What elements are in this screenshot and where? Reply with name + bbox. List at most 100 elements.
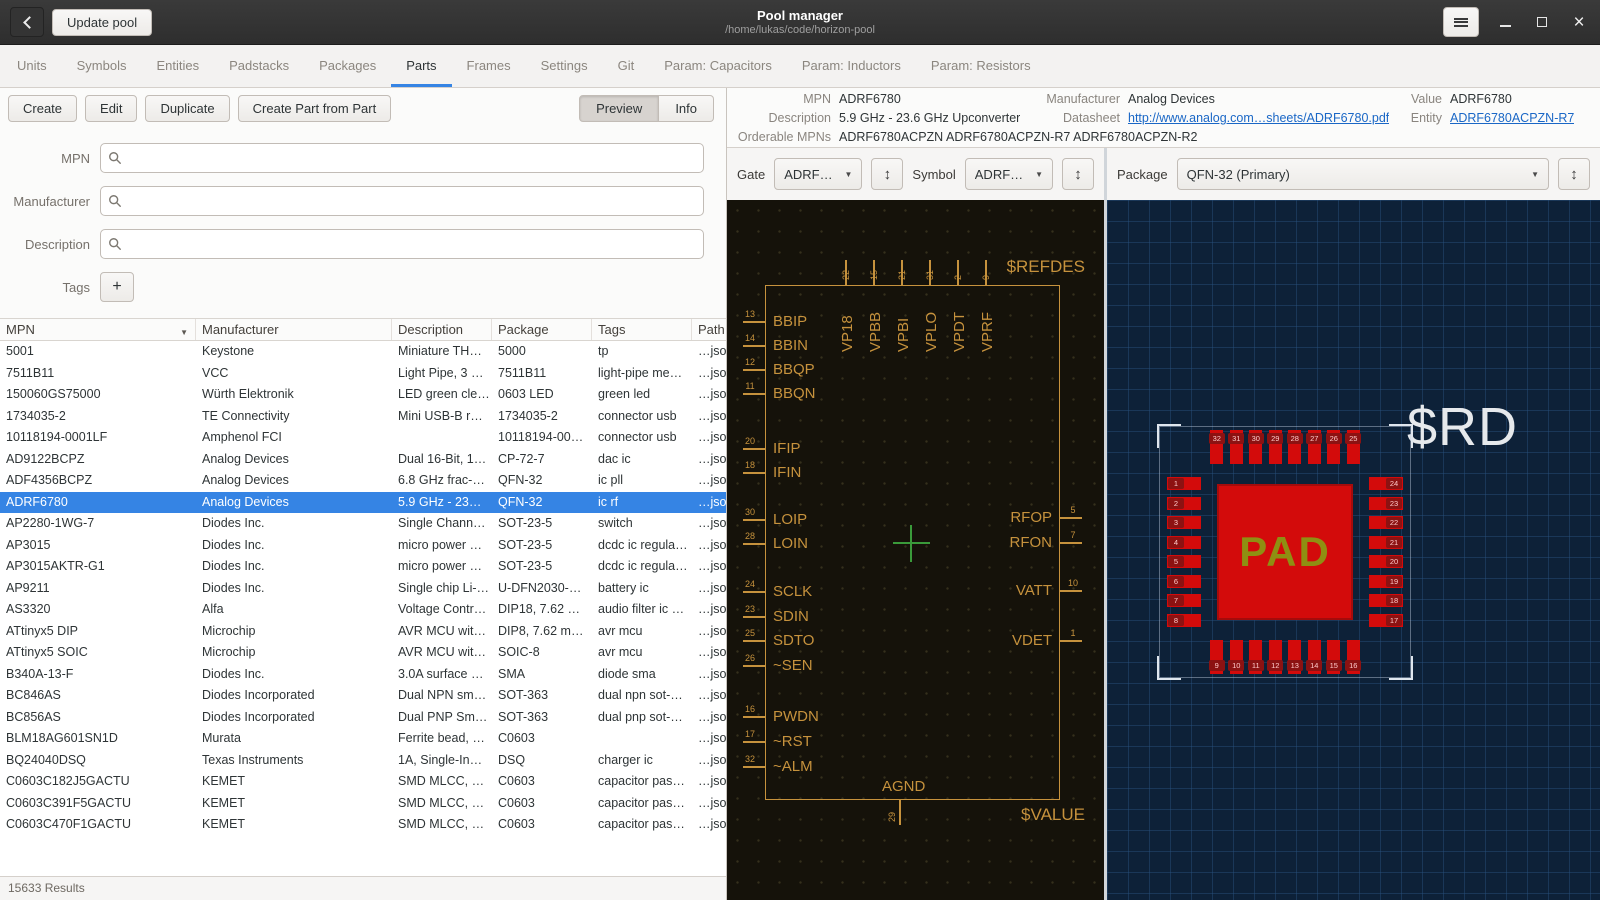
table-row[interactable]: AP2280-1WG-7Diodes Inc.Single Chann…SOT-… [0, 513, 726, 535]
table-cell: 7511B11 [492, 363, 592, 385]
table-row[interactable]: ATtinyx5 SOICMicrochipAVR MCU wit…SOIC-8… [0, 642, 726, 664]
entity-link[interactable]: ADRF6780ACPZN-R7 [1450, 109, 1574, 128]
tabbar: UnitsSymbolsEntitiesPadstacksPackagesPar… [0, 45, 1600, 88]
manufacturer-search-input[interactable] [100, 186, 704, 216]
close-icon: × [1573, 13, 1584, 32]
tab-symbols[interactable]: Symbols [62, 45, 142, 87]
updown-arrow-icon: ↕ [1570, 166, 1578, 183]
tab-units[interactable]: Units [2, 45, 62, 87]
pin-name: AGND [882, 778, 925, 795]
symbol-combobox[interactable]: ADRF67… ▼ [965, 158, 1053, 190]
table-row[interactable]: ATtinyx5 DIPMicrochipAVR MCU wit…DIP8, 7… [0, 621, 726, 643]
package-combobox[interactable]: QFN-32 (Primary) ▼ [1177, 158, 1549, 190]
add-tag-button[interactable]: + [100, 272, 134, 302]
pin-name: VATT [1016, 582, 1052, 599]
table-cell: …json [692, 707, 726, 729]
table-row[interactable]: ADRF6780Analog Devices5.9 GHz - 23…QFN-3… [0, 492, 726, 514]
pin-number: 2 [953, 275, 963, 280]
pad-number: 10 [1228, 660, 1244, 671]
table-row[interactable]: BC846ASDiodes IncorporatedDual NPN sm…SO… [0, 685, 726, 707]
table-body[interactable]: 5001KeystoneMiniature TH…5000tp…json7511… [0, 341, 726, 876]
goto-gate-button[interactable]: ↕ [871, 158, 903, 190]
table-row[interactable]: C0603C391F5GACTUKEMETSMD MLCC, …C0603cap… [0, 793, 726, 815]
create-part-from-part-button[interactable]: Create Part from Part [238, 95, 392, 122]
table-row[interactable]: BC856ASDiodes IncorporatedDual PNP Sm…SO… [0, 707, 726, 729]
back-button[interactable] [10, 7, 44, 37]
close-button[interactable]: × [1568, 11, 1590, 33]
table-row[interactable]: AP9211Diodes Inc.Single chip Li-…U-DFN20… [0, 578, 726, 600]
pin-name: RFOP [1010, 509, 1052, 526]
table-row[interactable]: ADF4356BCPZAnalog Devices6.8 GHz frac-…Q… [0, 470, 726, 492]
column-header-package[interactable]: Package [492, 319, 592, 340]
tab-param-capacitors[interactable]: Param: Capacitors [649, 45, 787, 87]
duplicate-button[interactable]: Duplicate [145, 95, 229, 122]
maximize-button[interactable] [1531, 11, 1553, 33]
table-row[interactable]: AS3320AlfaVoltage Contr…DIP18, 7.62 …aud… [0, 599, 726, 621]
table-row[interactable]: 1734035-2TE ConnectivityMini USB-B r…173… [0, 406, 726, 428]
table-row[interactable]: 10118194-0001LFAmphenol FCI10118194-00…c… [0, 427, 726, 449]
table-row[interactable]: C0603C470F1GACTUKEMETSMD MLCC, …C0603cap… [0, 814, 726, 836]
mpn-filter-label: MPN [0, 151, 100, 166]
pad-number: 2 [1168, 498, 1184, 509]
table-row[interactable]: AP3015Diodes Inc.micro power …SOT-23-5dc… [0, 535, 726, 557]
package-preview-canvas[interactable]: $RD3231302928272625910111213141516123456… [1107, 200, 1600, 900]
description-search-input[interactable] [100, 229, 704, 259]
gate-combobox[interactable]: ADRF67… ▼ [774, 158, 862, 190]
tab-padstacks[interactable]: Padstacks [214, 45, 304, 87]
tab-entities[interactable]: Entities [141, 45, 214, 87]
table-cell: …json [692, 556, 726, 578]
pin-name: VPLO [923, 312, 940, 352]
table-row[interactable]: BQ24040DSQTexas Instruments1A, Single-In… [0, 750, 726, 772]
table-row[interactable]: C0603C182J5GACTUKEMETSMD MLCC, …C0603cap… [0, 771, 726, 793]
pin-line [1060, 640, 1082, 642]
table-cell: VCC [196, 363, 392, 385]
table-row[interactable]: AP3015AKTR-G1Diodes Inc.micro power …SOT… [0, 556, 726, 578]
tab-parts[interactable]: Parts [391, 45, 451, 87]
create-button[interactable]: Create [8, 95, 77, 122]
table-row[interactable]: 150060GS75000Würth ElektronikLED green c… [0, 384, 726, 406]
pin-number: 9 [981, 275, 991, 280]
goto-symbol-button[interactable]: ↕ [1062, 158, 1094, 190]
info-toggle-button[interactable]: Info [659, 95, 714, 122]
pin-line [743, 591, 765, 593]
table-row[interactable]: B340A-13-FDiodes Inc.3.0A surface …SMAdi… [0, 664, 726, 686]
pad-number: 31 [1228, 433, 1244, 444]
sort-descending-icon: ▼ [180, 324, 188, 340]
column-header-path[interactable]: Path [692, 319, 726, 340]
tab-param-inductors[interactable]: Param: Inductors [787, 45, 916, 87]
table-row[interactable]: 7511B11VCCLight Pipe, 3 …7511B11light-pi… [0, 363, 726, 385]
column-header-mpn[interactable]: MPN▼ [0, 319, 196, 340]
column-header-description[interactable]: Description [392, 319, 492, 340]
pin-number: 20 [737, 436, 763, 446]
tab-settings[interactable]: Settings [526, 45, 603, 87]
table-cell: Murata [196, 728, 392, 750]
column-header-tags[interactable]: Tags [592, 319, 692, 340]
tab-frames[interactable]: Frames [452, 45, 526, 87]
edit-button[interactable]: Edit [85, 95, 137, 122]
pin-number: 26 [737, 653, 763, 663]
table-cell: …json [692, 513, 726, 535]
symbol-preview-canvas[interactable]: 13BBIP14BBIN12BBQP11BBQN20IFIP18IFIN30LO… [727, 200, 1104, 900]
preview-toggle-button[interactable]: Preview [579, 95, 659, 122]
pin-line [743, 448, 765, 450]
minimize-button[interactable] [1494, 11, 1516, 33]
goto-package-button[interactable]: ↕ [1558, 158, 1590, 190]
datasheet-link[interactable]: http://www.analog.com…sheets/ADRF6780.pd… [1128, 109, 1389, 128]
pin-name: RFON [1010, 534, 1053, 551]
menu-button[interactable] [1443, 7, 1479, 37]
update-pool-button[interactable]: Update pool [52, 9, 152, 36]
gate-combobox-value: ADRF67… [784, 167, 837, 182]
table-row[interactable]: 5001KeystoneMiniature TH…5000tp…json [0, 341, 726, 363]
tab-git[interactable]: Git [603, 45, 650, 87]
tab-param-resistors[interactable]: Param: Resistors [916, 45, 1046, 87]
tab-packages[interactable]: Packages [304, 45, 391, 87]
updown-arrow-icon: ↕ [884, 166, 892, 183]
table-row[interactable]: AD9122BCPZAnalog DevicesDual 16-Bit, 1…C… [0, 449, 726, 471]
table-cell: Analog Devices [196, 492, 392, 514]
orderable-mpns-value: ADRF6780ACPZN ADRF6780ACPZN-R7 ADRF6780A… [839, 128, 1197, 147]
datasheet-label: Datasheet [1044, 109, 1128, 128]
mpn-search-input[interactable] [100, 143, 704, 173]
pin-line [743, 716, 765, 718]
column-header-manufacturer[interactable]: Manufacturer [196, 319, 392, 340]
table-row[interactable]: BLM18AG601SN1DMurataFerrite bead, …C0603… [0, 728, 726, 750]
